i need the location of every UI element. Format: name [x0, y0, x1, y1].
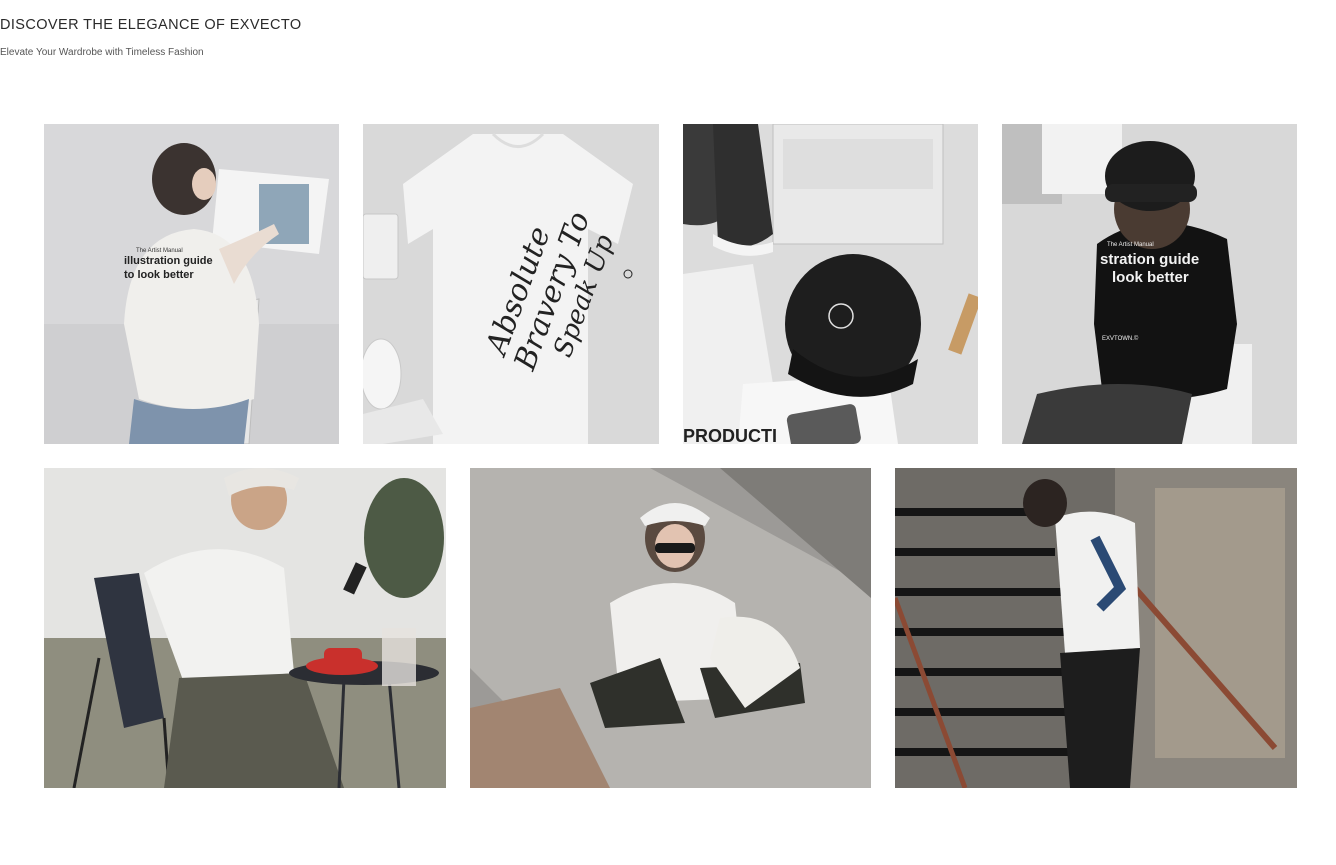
photo-black-cap: PRODUCTI: [683, 124, 978, 444]
photo-woman-sitting: [470, 468, 871, 788]
photo-tee-flatlay: Absolute Bravery To Speak Up: [363, 124, 659, 444]
tee-print-line-1: illustration guide: [124, 255, 213, 267]
tee-print-brand: EXVTOWN.©: [1102, 335, 1139, 342]
gallery-image-man-cafe-phone[interactable]: [44, 468, 446, 788]
gallery-image-woman-white-tee-back[interactable]: The Artist Manual illustration guide to …: [44, 124, 339, 444]
photo-man-cafe: [44, 468, 446, 788]
tee-print-small: The Artist Manual: [1107, 242, 1154, 248]
tee-print-small: The Artist Manual: [136, 248, 183, 254]
photo-woman-black-tee: The Artist Manual stration guide look be…: [1002, 124, 1297, 444]
photo-man-stairs: [895, 468, 1297, 788]
page-subtitle: Elevate Your Wardrobe with Timeless Fash…: [0, 47, 204, 58]
gallery-image-man-stairs[interactable]: [895, 468, 1297, 788]
page-title: DISCOVER THE ELEGANCE OF EXVECTO: [0, 17, 302, 33]
photo-woman-white-tee: The Artist Manual illustration guide to …: [44, 124, 339, 444]
gallery-image-white-tee-flatlay[interactable]: Absolute Bravery To Speak Up: [363, 124, 659, 444]
tee-print-line-2: look better: [1112, 269, 1189, 286]
gallery-image-black-cap[interactable]: PRODUCTI: [683, 124, 978, 444]
tee-print-line-1: stration guide: [1100, 251, 1199, 268]
paper-print-text: PRODUCTI: [683, 426, 777, 444]
gallery-image-woman-sitting-path[interactable]: [470, 468, 871, 788]
gallery-image-woman-black-tee-back[interactable]: The Artist Manual stration guide look be…: [1002, 124, 1297, 444]
tee-print-line-2: to look better: [124, 269, 194, 281]
